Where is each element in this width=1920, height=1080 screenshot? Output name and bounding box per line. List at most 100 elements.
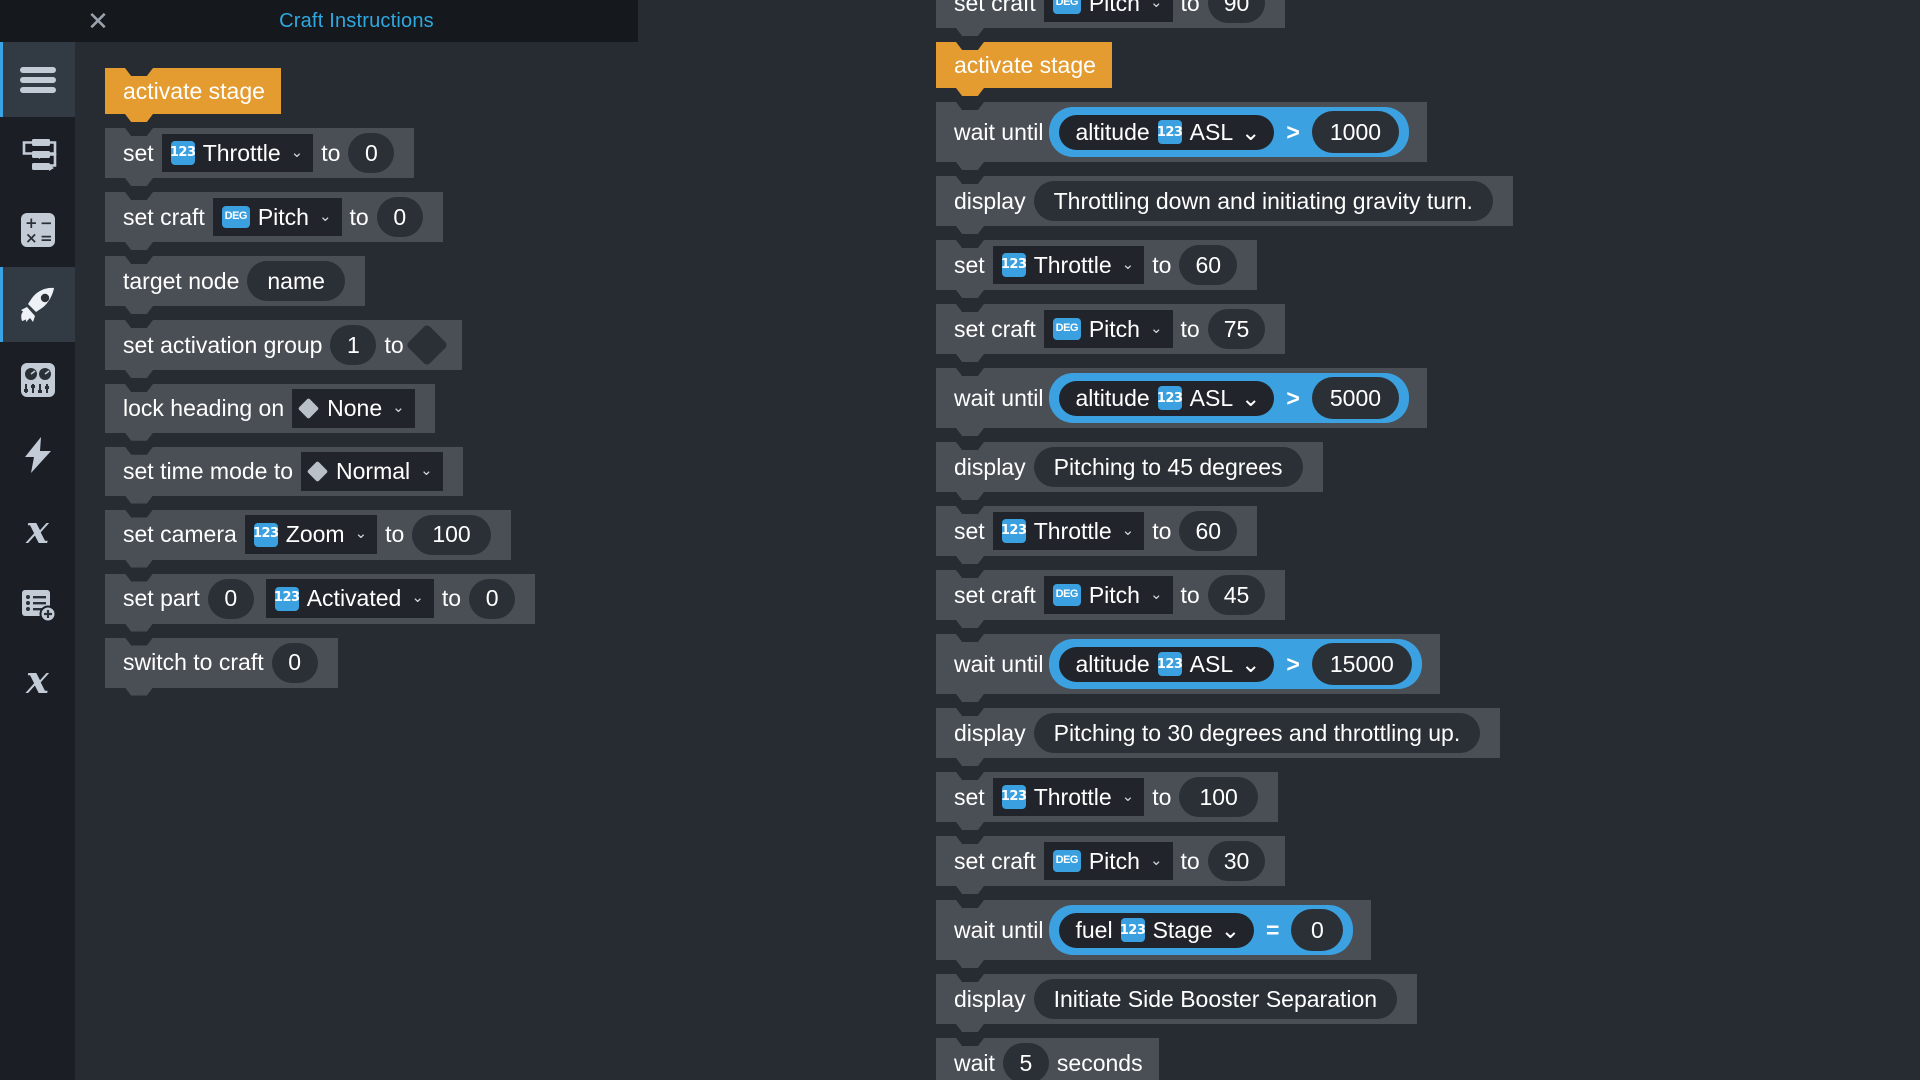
comparison-value-input[interactable]: 0	[1291, 909, 1344, 951]
reporter-operand[interactable]: altitude 123 ASL ⌄	[1059, 380, 1275, 416]
block-set-craft-pitch[interactable]: set craft DEG Pitch ⌄ to 0	[105, 192, 443, 242]
block-label: set	[954, 251, 985, 278]
block-label: display	[954, 187, 1026, 214]
comparison-reporter[interactable]: fuel 123 Stage ⌄ = 0	[1049, 905, 1354, 955]
block-set-craft-pitch-90[interactable]: set craft DEG Pitch ⌄ to 90	[936, 0, 1286, 28]
dropdown-field[interactable]: 123 Zoom ⌄	[244, 515, 378, 554]
reporter-operand[interactable]: fuel 123 Stage ⌄	[1059, 912, 1254, 948]
value-input[interactable]: name	[247, 261, 345, 301]
block-label: wait	[954, 1049, 995, 1076]
block-activate-stage[interactable]: activate stage	[105, 68, 281, 114]
block-label: wait until	[954, 916, 1044, 943]
sidebar-item-craft[interactable]	[0, 267, 75, 342]
value-input[interactable]: 60	[1179, 511, 1238, 551]
dropdown-field[interactable]: None ⌄	[292, 389, 415, 428]
value-input[interactable]: 30	[1207, 841, 1266, 881]
block-display-pitch-45[interactable]: display Pitching to 45 degrees	[936, 442, 1323, 492]
deg-type-badge: DEG	[221, 206, 250, 228]
block-set-craft-pitch-45[interactable]: set craft DEG Pitch ⌄ to 45	[936, 570, 1286, 620]
sidebar-item-menu[interactable]	[0, 42, 75, 117]
block-set-time-mode[interactable]: set time mode to Normal ⌄	[105, 446, 463, 496]
value-input[interactable]: Pitching to 30 degrees and throttling up…	[1033, 713, 1481, 753]
flowchart-icon	[18, 137, 58, 173]
sidebar-item-flow[interactable]	[0, 117, 75, 192]
dropdown-field[interactable]: DEG Pitch ⌄	[212, 197, 342, 237]
block-wait-until-alt-5000[interactable]: wait until altitude 123 ASL ⌄ >5000	[936, 368, 1428, 428]
comparison-reporter[interactable]: altitude 123 ASL ⌄ >5000	[1049, 373, 1410, 423]
value-input[interactable]: Initiate Side Booster Separation	[1033, 979, 1398, 1019]
number-type-badge: 123	[1001, 785, 1027, 809]
sidebar-item-power[interactable]	[0, 417, 75, 492]
block-wait-until-fuel-0[interactable]: wait until fuel 123 Stage ⌄ = 0	[936, 900, 1372, 960]
value-input[interactable]: 45	[1207, 575, 1266, 615]
value-input[interactable]: 0	[207, 578, 254, 619]
dropdown-field[interactable]: DEG Pitch ⌄	[1043, 0, 1173, 23]
comparison-value-input[interactable]: 1000	[1311, 111, 1400, 153]
block-set-activation-group[interactable]: set activation group 1 to	[105, 320, 462, 370]
reporter-operand[interactable]: altitude 123 ASL ⌄	[1059, 646, 1275, 682]
block-wait-until-alt-1000[interactable]: wait until altitude 123 ASL ⌄ >1000	[936, 102, 1428, 162]
value-input[interactable]: Pitching to 45 degrees	[1033, 447, 1303, 487]
block-set-craft-pitch-30[interactable]: set craft DEG Pitch ⌄ to 30	[936, 836, 1286, 886]
block-lock-heading[interactable]: lock heading on None ⌄	[105, 384, 435, 433]
boolean-slot[interactable]	[405, 323, 448, 367]
block-label: to	[1152, 517, 1172, 544]
dropdown-field[interactable]: 123 Throttle ⌄	[992, 511, 1145, 551]
close-icon[interactable]: ✕	[75, 0, 121, 42]
reporter-operand[interactable]: altitude 123 ASL ⌄	[1059, 114, 1275, 150]
block-activate-stage-script[interactable]: activate stage	[936, 42, 1112, 88]
block-set-throttle[interactable]: set 123 Throttle ⌄ to 0	[105, 128, 415, 178]
block-wait-5-seconds[interactable]: wait 5 seconds	[936, 1038, 1159, 1080]
value-input[interactable]: 1	[330, 325, 377, 365]
block-set-throttle-60-a[interactable]: set 123 Throttle ⌄ to 60	[936, 240, 1258, 290]
value-input[interactable]: 100	[412, 514, 491, 555]
sidebar-item-lists[interactable]	[0, 567, 75, 642]
block-target-node[interactable]: target node name	[105, 256, 365, 306]
block-label: to	[1180, 315, 1200, 342]
block-display-pitch-30[interactable]: display Pitching to 30 degrees and thrott…	[936, 708, 1501, 758]
block-label: set craft	[954, 0, 1036, 16]
number-type-badge: 123	[274, 586, 300, 611]
value-input[interactable]: 5	[1002, 1043, 1049, 1080]
block-display-gravity-turn[interactable]: display Throttling down and initiating gr…	[936, 176, 1513, 226]
comparison-value-input[interactable]: 5000	[1311, 377, 1400, 419]
block-label: display	[954, 453, 1026, 480]
value-input[interactable]: 0	[348, 133, 395, 173]
dropdown-field[interactable]: DEG Pitch ⌄	[1043, 575, 1173, 615]
comparison-value-input[interactable]: 15000	[1311, 643, 1412, 685]
chevron-down-icon: ⌄	[354, 525, 368, 543]
dropdown-field[interactable]: DEG Pitch ⌄	[1043, 309, 1173, 349]
block-set-craft-pitch-75[interactable]: set craft DEG Pitch ⌄ to 75	[936, 304, 1286, 354]
value-input[interactable]: 60	[1179, 245, 1238, 285]
value-input[interactable]: 75	[1207, 309, 1266, 349]
block-wait-until-alt-15000[interactable]: wait until altitude 123 ASL ⌄ >15000	[936, 634, 1440, 694]
block-display-booster-sep[interactable]: display Initiate Side Booster Separation	[936, 974, 1418, 1024]
value-input[interactable]: Throttling down and initiating gravity t…	[1033, 181, 1493, 221]
deg-type-badge: DEG	[1052, 584, 1081, 606]
dropdown-field[interactable]: 123 Activated ⌄	[265, 579, 434, 618]
script-canvas[interactable]: set craft DEG Pitch ⌄ to 90 activate stage wait…	[638, 0, 1920, 1080]
dropdown-field[interactable]: 123 Throttle ⌄	[992, 245, 1145, 285]
sidebar-item-math[interactable]: + − × =	[0, 192, 75, 267]
comparison-reporter[interactable]: altitude 123 ASL ⌄ >15000	[1049, 639, 1422, 689]
block-set-throttle-60-b[interactable]: set 123 Throttle ⌄ to 60	[936, 506, 1258, 556]
value-input[interactable]: 90	[1207, 0, 1266, 23]
block-switch-to-craft[interactable]: switch to craft 0	[105, 637, 338, 688]
value-input[interactable]: 0	[376, 197, 423, 237]
sidebar-item-custom[interactable]: x	[0, 642, 75, 717]
block-set-camera-zoom[interactable]: set camera 123 Zoom ⌄ to 100	[105, 509, 511, 560]
dropdown-field[interactable]: 123 Throttle ⌄	[992, 777, 1145, 817]
list-add-icon	[19, 586, 57, 624]
sidebar-item-controls[interactable]	[0, 342, 75, 417]
value-input[interactable]: 100	[1179, 777, 1258, 817]
dropdown-field[interactable]: Normal ⌄	[301, 451, 443, 491]
comparison-reporter[interactable]: altitude 123 ASL ⌄ >1000	[1049, 107, 1410, 157]
dropdown-field[interactable]: 123 Throttle ⌄	[161, 133, 314, 173]
dropdown-field[interactable]: DEG Pitch ⌄	[1043, 841, 1173, 881]
sidebar-item-variables[interactable]: x	[0, 492, 75, 567]
block-set-part[interactable]: set part 0 123 Activated ⌄ to 0	[105, 573, 536, 624]
block-label: target node	[123, 267, 240, 294]
block-set-throttle-100[interactable]: set 123 Throttle ⌄ to 100	[936, 772, 1278, 822]
value-input[interactable]: 0	[469, 578, 516, 619]
value-input[interactable]: 0	[271, 642, 318, 683]
